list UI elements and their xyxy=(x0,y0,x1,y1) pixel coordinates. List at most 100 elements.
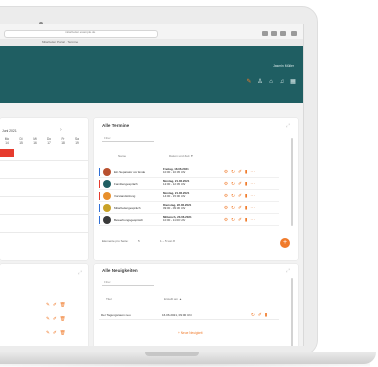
trash-icon[interactable]: ▮ xyxy=(245,217,248,222)
bell-icon[interactable]: ♫ xyxy=(279,79,285,85)
extension-icon[interactable] xyxy=(262,31,268,36)
home-icon[interactable]: ⌂ xyxy=(268,79,274,85)
add-appointment-button[interactable]: + xyxy=(280,238,290,248)
day-date: 14 xyxy=(5,141,9,145)
more-icon[interactable]: ⋯ xyxy=(250,193,255,198)
more-icon[interactable]: ⋯ xyxy=(250,205,255,210)
appointments-filter[interactable]: Filter xyxy=(102,136,154,142)
day-date: 19 xyxy=(75,141,79,145)
row-actions: ↻ ✐ ▮ xyxy=(251,312,267,317)
menu-icon[interactable] xyxy=(291,31,297,36)
table-row[interactable]: Ein Separator vor Ende Freitag, 18.06.20… xyxy=(99,166,279,178)
appointment-name: Familiengespräch xyxy=(114,182,138,186)
history-icon[interactable]: ↻ xyxy=(231,181,235,186)
table-row[interactable]: Vorstandsitzung Montag, 21.06.2021 14:00 … xyxy=(99,190,279,202)
avatar xyxy=(103,167,111,176)
gear-icon[interactable]: ⚙ xyxy=(224,169,228,174)
pencil-icon[interactable]: ✐ xyxy=(258,312,262,317)
appointment-when: Mittwoch, 23.06.2021 10:00 - 11:00 Uhr xyxy=(163,215,192,223)
appointment-time: 14:00 - 15:00 Uhr xyxy=(163,193,186,198)
person-icon[interactable]: ♙ xyxy=(257,79,263,85)
gear-icon[interactable]: ⚙ xyxy=(224,181,228,186)
pencil-icon[interactable]: ✐ xyxy=(53,302,57,307)
column-name[interactable]: Name xyxy=(118,154,126,158)
more-icon[interactable]: ⋯ xyxy=(250,169,255,174)
browser-chrome: mitarbeiter.example.de Mitarbeiter Porta… xyxy=(0,24,303,46)
trash-icon[interactable]: ▮ xyxy=(245,193,248,198)
table-row[interactable]: Mitarbeitergespräch Dienstag, 22.06.2021… xyxy=(99,202,279,214)
history-icon[interactable]: ↻ xyxy=(231,193,235,198)
appointments-card: Alle Termine ⤢ Filter Name Datum und Zei… xyxy=(94,118,298,260)
calendar-gridline xyxy=(0,196,88,197)
appointment-name: Ein Separator vor Ende xyxy=(114,170,146,174)
add-news-link[interactable]: + Neue Neuigkeit xyxy=(178,331,203,335)
trash-icon[interactable]: 🗑 xyxy=(60,330,66,335)
history-icon[interactable]: ↻ xyxy=(231,169,235,174)
appointment-when: Dienstag, 22.06.2021 09:00 - 09:30 Uhr xyxy=(163,203,191,211)
trash-icon[interactable]: 🗑 xyxy=(60,302,66,307)
edit-icon[interactable]: ✎ xyxy=(246,79,252,85)
column-date[interactable]: Datum und Zeit ▼ xyxy=(169,154,193,158)
calendar-day-fr[interactable]: Fr 18 xyxy=(56,137,70,145)
calendar-gridline xyxy=(0,160,88,161)
trash-icon[interactable]: ▮ xyxy=(245,181,248,186)
calendar-day-do[interactable]: Do 17 xyxy=(42,137,56,145)
pencil-icon[interactable]: ✐ xyxy=(53,330,57,335)
chevron-right-icon[interactable]: › xyxy=(60,127,62,133)
news-card: Alle Neuigkeiten ⤢ Filter Titel Erstellt… xyxy=(94,264,298,346)
history-icon[interactable]: ↻ xyxy=(251,312,255,317)
history-icon[interactable]: ↻ xyxy=(231,205,235,210)
gear-icon[interactable]: ⚙ xyxy=(224,205,228,210)
day-date: 18 xyxy=(61,141,65,145)
status-bar xyxy=(99,204,101,212)
scene: mitarbeiter.example.de Mitarbeiter Porta… xyxy=(0,0,378,367)
avatar xyxy=(103,191,111,200)
trash-icon[interactable]: ▮ xyxy=(265,312,268,317)
trash-icon[interactable]: ▮ xyxy=(245,169,248,174)
pencil-icon[interactable]: ✐ xyxy=(238,169,242,174)
profile-icon[interactable] xyxy=(280,31,286,36)
tab-title[interactable]: Mitarbeiter Portal · Termine xyxy=(42,40,78,44)
row-actions: ⚙ ↻ ✐ ▮ ⋯ xyxy=(224,181,255,186)
expand-icon[interactable]: ⤢ xyxy=(286,123,290,129)
calendar-day-di[interactable]: Di 15 xyxy=(14,137,28,145)
table-row[interactable]: Familiengespräch Montag, 21.06.2021 12:00… xyxy=(99,178,279,190)
edit-icon[interactable]: ✎ xyxy=(46,316,50,321)
column-created[interactable]: Erstellt am ▲ xyxy=(164,297,182,301)
news-filter[interactable]: Filter xyxy=(102,280,154,286)
more-icon[interactable]: ⋯ xyxy=(250,217,255,222)
trash-icon[interactable]: ▮ xyxy=(245,205,248,210)
calendar-event[interactable] xyxy=(0,149,14,157)
pencil-icon[interactable]: ✐ xyxy=(53,316,57,321)
app-header: Jasmin Müller ✎ ♙ ⌂ ♫ ▦ xyxy=(0,46,303,103)
pencil-icon[interactable]: ✐ xyxy=(238,181,242,186)
grid-icon[interactable]: ▦ xyxy=(290,79,296,85)
day-date: 16 xyxy=(33,141,37,145)
expand-icon[interactable]: ⤢ xyxy=(78,270,82,276)
bookmark-icon[interactable] xyxy=(271,31,277,36)
calendar-day-mo[interactable]: Mo 14 xyxy=(0,137,14,145)
calendar-day-mi[interactable]: Mi 16 xyxy=(28,137,42,145)
row-actions: ⚙ ↻ ✐ ▮ ⋯ xyxy=(224,205,255,210)
expand-icon[interactable]: ⤢ xyxy=(286,268,290,274)
calendar-gridline xyxy=(0,214,88,215)
pencil-icon[interactable]: ✐ xyxy=(238,193,242,198)
table-row[interactable]: Der Tagungsraum neu 16.06.2021, 09:00 Uh… xyxy=(99,310,279,320)
gear-icon[interactable]: ⚙ xyxy=(224,217,228,222)
pencil-icon[interactable]: ✐ xyxy=(238,217,242,222)
column-title[interactable]: Titel xyxy=(106,297,112,301)
scrollbar[interactable] xyxy=(291,278,293,346)
more-icon[interactable]: ⋯ xyxy=(250,181,255,186)
url-bar[interactable]: mitarbeiter.example.de xyxy=(4,30,158,38)
user-name[interactable]: Jasmin Müller xyxy=(273,64,294,68)
trash-icon[interactable]: 🗑 xyxy=(60,316,66,321)
scrollbar[interactable] xyxy=(291,138,293,226)
rows-per-page-select[interactable]: 5 xyxy=(138,239,140,243)
edit-icon[interactable]: ✎ xyxy=(46,330,50,335)
calendar-day-sa[interactable]: Sa 19 xyxy=(70,137,84,145)
gear-icon[interactable]: ⚙ xyxy=(224,193,228,198)
table-row[interactable]: Bewerbungsgespräch Mittwoch, 23.06.2021 1… xyxy=(99,214,279,226)
history-icon[interactable]: ↻ xyxy=(231,217,235,222)
edit-icon[interactable]: ✎ xyxy=(46,302,50,307)
pencil-icon[interactable]: ✐ xyxy=(238,205,242,210)
